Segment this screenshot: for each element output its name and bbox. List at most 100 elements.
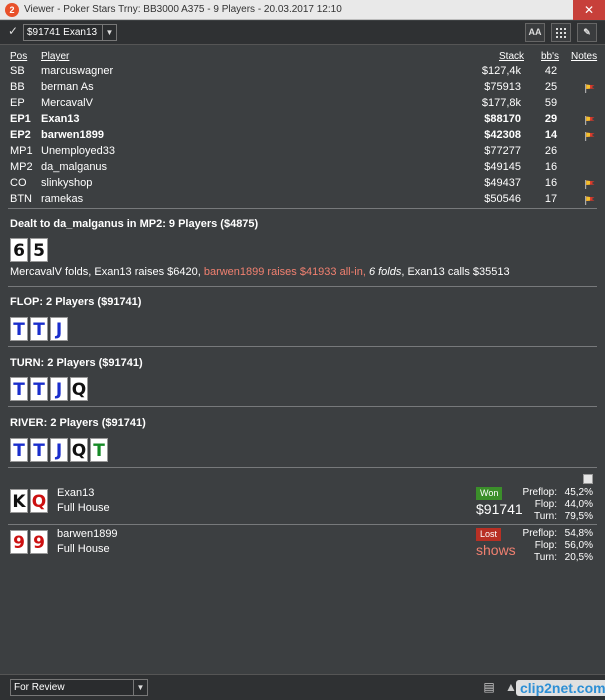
check-icon[interactable]: ✓ bbox=[8, 24, 22, 40]
status-bar: For Review ▼ ▤ ▲ bbox=[0, 674, 605, 700]
divider bbox=[8, 286, 597, 287]
player-stack: $177,8k bbox=[481, 97, 521, 109]
player-stack: $50546 bbox=[484, 193, 521, 205]
table-row[interactable]: MP1 Unemployed33 $77277 26 bbox=[0, 145, 605, 161]
playing-card: T bbox=[30, 317, 48, 341]
playing-card: T bbox=[90, 438, 108, 462]
header-notes[interactable]: Notes bbox=[571, 51, 597, 62]
divider bbox=[8, 346, 597, 347]
player-name: ramekas bbox=[41, 193, 84, 205]
table-row[interactable]: CO slinkyshop $49437 16 bbox=[0, 177, 605, 193]
turn-cards: TTJQ bbox=[10, 377, 88, 401]
equity-stats: Preflop: 45,2% Flop: 44,0% Turn: 79,5% bbox=[503, 487, 593, 523]
player-stack: $42308 bbox=[484, 129, 521, 141]
call-action-text: , Exan13 calls $35513 bbox=[401, 266, 510, 278]
table-row[interactable]: BTN ramekas $50546 17 bbox=[0, 193, 605, 209]
player-name: marcuswagner bbox=[41, 65, 114, 77]
player-bbs: 59 bbox=[544, 97, 558, 109]
divider bbox=[8, 467, 597, 468]
player-name: slinkyshop bbox=[41, 177, 93, 189]
player-bbs: 29 bbox=[544, 113, 558, 125]
result-badge: Won bbox=[476, 487, 503, 500]
playing-card: K bbox=[10, 489, 28, 513]
flag-icon[interactable] bbox=[585, 180, 595, 189]
header-stack[interactable]: Stack bbox=[499, 51, 524, 62]
divider bbox=[8, 208, 597, 209]
font-size-button[interactable]: AA bbox=[525, 23, 545, 42]
result-player-name: Exan13 bbox=[57, 487, 95, 499]
playing-card: Q bbox=[70, 438, 88, 462]
pencil-icon[interactable]: ✎ bbox=[577, 23, 597, 42]
player-bbs: 25 bbox=[544, 81, 558, 93]
review-status-select[interactable]: For Review ▼ bbox=[10, 679, 148, 696]
equity-value: 79,5% bbox=[564, 511, 593, 522]
player-position: EP1 bbox=[10, 113, 31, 125]
flag-icon[interactable] bbox=[585, 132, 595, 141]
equity-row: Turn: 79,5% bbox=[503, 511, 593, 523]
note-icon[interactable] bbox=[583, 474, 593, 484]
header-pos[interactable]: Pos bbox=[10, 51, 27, 62]
table-row[interactable]: EP MercavalV $177,8k 59 bbox=[0, 97, 605, 113]
playing-card: J bbox=[50, 317, 68, 341]
flag-icon[interactable] bbox=[585, 116, 595, 125]
equity-value: 54,8% bbox=[564, 528, 593, 539]
table-row[interactable]: EP1 Exan13 $88170 29 bbox=[0, 113, 605, 129]
allin-action-text: barwen1899 raises $41933 all-in, bbox=[203, 266, 369, 278]
player-stack: $49145 bbox=[484, 161, 521, 173]
result-hand-rank: Full House bbox=[57, 543, 110, 555]
playing-card: 9 bbox=[30, 530, 48, 554]
player-stack: $88170 bbox=[484, 113, 521, 125]
player-name: barwen1899 bbox=[41, 129, 104, 141]
equity-row: Turn: 20,5% bbox=[503, 552, 593, 564]
header-player[interactable]: Player bbox=[41, 51, 69, 62]
watermark: clip2net.com bbox=[516, 680, 605, 696]
playing-card: 9 bbox=[10, 530, 28, 554]
playing-card: Q bbox=[30, 489, 48, 513]
playing-card: T bbox=[10, 377, 28, 401]
equity-value: 45,2% bbox=[564, 487, 593, 498]
player-name: berman As bbox=[41, 81, 94, 93]
showdown-cards: KQ bbox=[10, 489, 48, 513]
flag-icon[interactable] bbox=[585, 84, 595, 93]
player-name: da_malganus bbox=[41, 161, 108, 173]
equity-label: Preflop: bbox=[522, 487, 557, 498]
equity-row: Flop: 44,0% bbox=[503, 499, 593, 511]
table-row[interactable]: SB marcuswagner $127,4k 42 bbox=[0, 65, 605, 81]
grid-icon[interactable] bbox=[551, 23, 571, 42]
player-name: MercavalV bbox=[41, 97, 93, 109]
equity-value: 44,0% bbox=[564, 499, 593, 510]
divider bbox=[8, 406, 597, 407]
result-player-name: barwen1899 bbox=[57, 528, 118, 540]
close-button[interactable]: ✕ bbox=[573, 0, 605, 20]
header-bbs[interactable]: bb's bbox=[541, 51, 559, 62]
table-row[interactable]: BB berman As $75913 25 bbox=[0, 81, 605, 97]
result-row: 9 9 barwen1899 Full House Lost shows Preflop: 5… bbox=[0, 528, 605, 572]
toolbar: ✓ $91741 Exan13 ▼ AA ✎ bbox=[0, 21, 605, 45]
player-position: MP1 bbox=[10, 145, 33, 157]
preflop-label: Dealt to da_malganus in MP2: 9 Players (… bbox=[10, 218, 259, 230]
hand-select[interactable]: $91741 Exan13 ▼ bbox=[23, 24, 117, 41]
equity-value: 20,5% bbox=[564, 552, 593, 563]
flop-label: FLOP: 2 Players ($91741) bbox=[10, 296, 142, 308]
playing-card: Q bbox=[70, 377, 88, 401]
chevron-down-icon[interactable]: ▼ bbox=[133, 680, 147, 695]
player-stack: $75913 bbox=[484, 81, 521, 93]
playing-card: 5 bbox=[30, 238, 48, 262]
player-name: Exan13 bbox=[41, 113, 80, 125]
flag-icon[interactable] bbox=[585, 196, 595, 205]
hole-cards: 65 bbox=[10, 238, 48, 262]
player-bbs: 16 bbox=[544, 161, 558, 173]
table-row[interactable]: MP2 da_malganus $49145 16 bbox=[0, 161, 605, 177]
equity-label: Flop: bbox=[534, 499, 557, 510]
folds-text: 6 folds bbox=[368, 266, 402, 278]
table-row[interactable]: EP2 barwen1899 $42308 14 bbox=[0, 129, 605, 145]
chevron-down-icon[interactable]: ▼ bbox=[102, 25, 116, 40]
turn-label: TURN: 2 Players ($91741) bbox=[10, 357, 143, 369]
window-title: Viewer - Poker Stars Trny: BB3000 A375 -… bbox=[24, 4, 342, 15]
divider bbox=[8, 524, 597, 525]
player-stack: $77277 bbox=[484, 145, 521, 157]
clipboard-icon[interactable]: ▤ bbox=[480, 679, 498, 696]
player-position: CO bbox=[10, 177, 27, 189]
player-stack: $49437 bbox=[484, 177, 521, 189]
equity-stats: Preflop: 54,8% Flop: 56,0% Turn: 20,5% bbox=[503, 528, 593, 564]
